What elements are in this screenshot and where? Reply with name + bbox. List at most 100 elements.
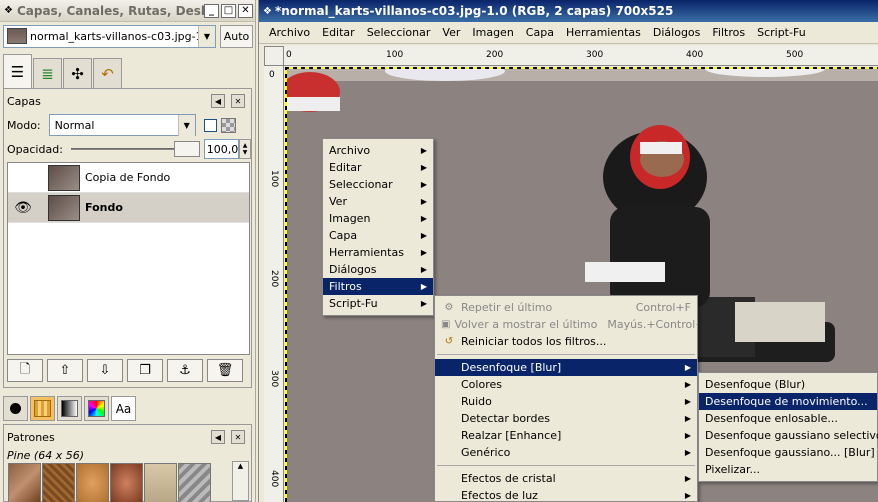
anchor-layer-button[interactable]: ⚓ [167, 359, 203, 382]
blur-item-tileable[interactable]: Desenfoque enlosable... [699, 410, 877, 427]
pattern-swatch[interactable] [76, 463, 109, 502]
pattern-swatch[interactable] [8, 463, 41, 502]
layers-icon: ☰ [10, 62, 25, 81]
filters-item-generico[interactable]: Genérico ▶ [435, 444, 697, 461]
tab-palettes[interactable] [84, 396, 109, 421]
menu-ver[interactable]: Ver [436, 26, 466, 39]
menu-item-label: Volver a mostrar el último [454, 318, 598, 331]
eye-icon[interactable]: 👁 [8, 200, 38, 216]
layer-row[interactable]: Copia de Fondo [8, 163, 249, 193]
minimize-icon[interactable]: _ [204, 3, 219, 18]
menu-item-label: Desenfoque [Blur] [461, 361, 562, 374]
image-select-combo[interactable]: normal_karts-villanos-c03.jpg-1 ▼ [3, 24, 216, 48]
pattern-swatch[interactable] [144, 463, 177, 502]
blur-item-pixelize[interactable]: Pixelizar... [699, 461, 877, 478]
menu-imagen[interactable]: Imagen [466, 26, 519, 39]
palette-icon [88, 400, 105, 417]
maximize-icon[interactable]: □ [221, 3, 236, 18]
tab-gradients[interactable] [57, 396, 82, 421]
context-item-seleccionar[interactable]: Seleccionar ▶ [323, 176, 433, 193]
pattern-swatch[interactable] [110, 463, 143, 502]
filters-item-colores[interactable]: Colores ▶ [435, 376, 697, 393]
layer-thumbnail [48, 194, 80, 221]
ruler-label: 300 [269, 370, 279, 388]
blur-item-selective-gaussian[interactable]: Desenfoque gaussiano selectivo... [699, 427, 878, 444]
panel-close-icon[interactable]: ✕ [231, 430, 245, 444]
layer-row[interactable]: 👁 Fondo [8, 193, 249, 223]
menu-item-label: Editar [329, 161, 362, 174]
fonts-label: Aa [115, 401, 132, 416]
trash-icon: 🗑 [216, 363, 234, 378]
image-window-titlebar[interactable]: ❖ *normal_karts-villanos-c03.jpg-1.0 (RG… [259, 0, 878, 22]
pattern-swatch[interactable] [178, 463, 211, 502]
layers-panel: Capas ◀ ✕ Modo: Normal ▼ Opacidad: 100,0… [3, 88, 252, 388]
chevron-down-icon[interactable]: ▼ [177, 114, 195, 136]
ruler-label: 200 [486, 50, 504, 60]
context-item-filtros[interactable]: Filtros ▶ [323, 278, 433, 295]
delete-layer-button[interactable]: 🗑 [207, 359, 243, 382]
horizontal-ruler[interactable]: 0 100 200 300 400 500 [284, 46, 878, 66]
panel-menu-icon[interactable]: ◀ [211, 430, 225, 444]
context-item-script-fu[interactable]: Script-Fu ▶ [323, 295, 433, 312]
context-item-capa[interactable]: Capa ▶ [323, 227, 433, 244]
patterns-scrollbar[interactable]: ▲ [232, 461, 249, 501]
chevron-right-icon: ▶ [420, 282, 427, 291]
menu-capa[interactable]: Capa [520, 26, 560, 39]
opacity-thumb[interactable] [173, 141, 200, 157]
menu-script-fu[interactable]: Script-Fu [751, 26, 812, 39]
chevron-down-icon[interactable]: ▼ [198, 25, 215, 47]
tab-paths[interactable]: ✣ [63, 58, 92, 88]
filters-item-detectar-bordes[interactable]: Detectar bordes ▶ [435, 410, 697, 427]
menu-item-label: Detectar bordes [461, 412, 550, 425]
dock-titlebar[interactable]: ❖ Capas, Canales, Rutas, Desha... _ □ ✕ [0, 0, 255, 22]
auto-button[interactable]: Auto [220, 24, 253, 48]
panel-close-icon[interactable]: ✕ [231, 94, 245, 108]
pattern-swatch[interactable] [42, 463, 75, 502]
filters-item-efectos-cristal[interactable]: Efectos de cristal ▶ [435, 470, 697, 487]
menu-herramientas[interactable]: Herramientas [560, 26, 647, 39]
blur-item-gaussian[interactable]: Desenfoque gaussiano... [Blur] [699, 444, 877, 461]
new-layer-button[interactable]: 🗋 [7, 359, 43, 382]
context-item-herramientas[interactable]: Herramientas ▶ [323, 244, 433, 261]
blur-item-motion[interactable]: Desenfoque de movimiento... [699, 393, 877, 410]
menu-dialogos[interactable]: Diálogos [647, 26, 707, 39]
layer-name: Fondo [85, 201, 123, 214]
mode-select[interactable]: Normal ▼ [48, 114, 196, 136]
context-item-ver[interactable]: Ver ▶ [323, 193, 433, 210]
tab-layers[interactable]: ☰ [3, 54, 32, 88]
ruler-corner[interactable] [264, 46, 284, 66]
context-item-editar[interactable]: Editar ▶ [323, 159, 433, 176]
lower-layer-button[interactable]: ⇩ [87, 359, 123, 382]
context-item-dialogos[interactable]: Diálogos ▶ [323, 261, 433, 278]
menu-seleccionar[interactable]: Seleccionar [361, 26, 437, 39]
filters-reshow-last[interactable]: ▣ Volver a mostrar el último Mayús.+Contro… [435, 316, 697, 333]
menu-filtros[interactable]: Filtros [706, 26, 751, 39]
opacity-input[interactable]: 100,0 [203, 139, 240, 159]
opacity-stepper[interactable]: ▲ ▼ [239, 139, 251, 159]
tab-channels[interactable]: ≣ [33, 58, 62, 88]
keep-transparency-checkbox[interactable] [203, 118, 217, 132]
vertical-ruler[interactable]: 0 100 200 300 400 [264, 66, 284, 502]
menu-archivo[interactable]: Archivo [263, 26, 316, 39]
context-item-imagen[interactable]: Imagen ▶ [323, 210, 433, 227]
tab-undo[interactable]: ↶ [93, 58, 122, 88]
chevron-right-icon: ▶ [420, 146, 427, 155]
raise-layer-button[interactable]: ⇧ [47, 359, 83, 382]
filters-item-efectos-luz[interactable]: Efectos de luz ▶ [435, 487, 697, 501]
tab-patterns[interactable] [30, 396, 55, 421]
tab-brushes[interactable] [3, 396, 28, 421]
close-icon[interactable]: ✕ [238, 3, 253, 18]
filters-item-desenfoque[interactable]: Desenfoque [Blur] ▶ [435, 359, 697, 376]
opacity-slider[interactable] [70, 141, 200, 157]
filters-item-realzar[interactable]: Realzar [Enhance] ▶ [435, 427, 697, 444]
duplicate-layer-button[interactable]: ❐ [127, 359, 163, 382]
filters-item-ruido[interactable]: Ruido ▶ [435, 393, 697, 410]
menu-editar[interactable]: Editar [316, 26, 361, 39]
context-item-archivo[interactable]: Archivo ▶ [323, 142, 433, 159]
filters-reset-all[interactable]: ↺ Reiniciar todos los filtros... [435, 333, 697, 350]
channels-icon: ≣ [41, 64, 54, 83]
blur-item[interactable]: Desenfoque (Blur) [699, 376, 877, 393]
filters-repeat-last[interactable]: ⚙ Repetir el último Control+F [435, 299, 697, 316]
tab-fonts[interactable]: Aa [111, 396, 136, 421]
panel-menu-icon[interactable]: ◀ [211, 94, 225, 108]
